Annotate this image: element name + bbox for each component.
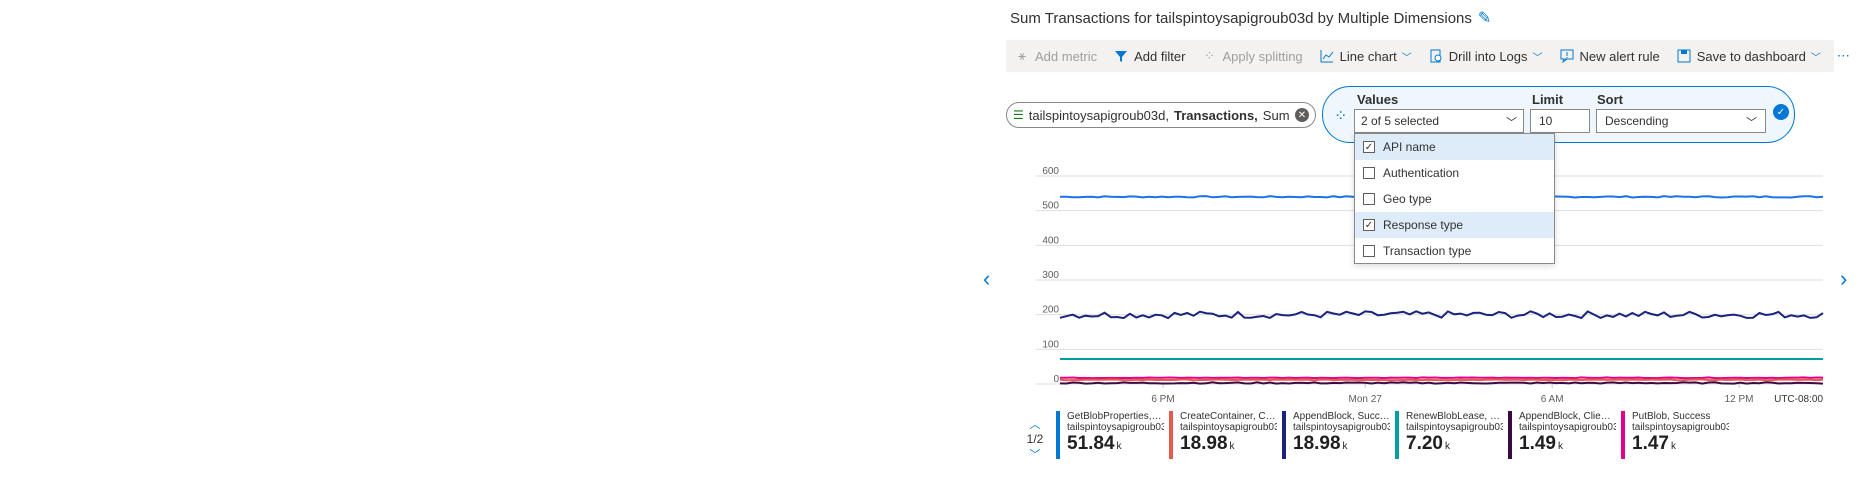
values-option[interactable]: Authentication <box>1355 160 1554 186</box>
checkbox-icon[interactable] <box>1363 245 1375 257</box>
legend-resource: tailspintoysapigroub03d <box>1519 422 1616 433</box>
checkbox-checked-icon[interactable]: ✓ <box>1363 219 1375 231</box>
legend-value-number: 18.98 <box>1180 433 1228 454</box>
legend-value-unit: k <box>1116 441 1122 452</box>
legend-value-number: 1.49 <box>1519 433 1556 454</box>
x-tick-label: 6 PM <box>1151 394 1174 405</box>
series-line <box>1059 381 1824 385</box>
timezone-label: UTC-08:00 <box>1774 394 1823 405</box>
legend-resource: tailspintoysapigroub03d <box>1293 422 1390 433</box>
legend-item[interactable]: RenewBlobLease, Successtailspintoysapigr… <box>1395 411 1503 459</box>
legend-resource: tailspintoysapigroub03d <box>1632 422 1729 433</box>
legend-series-name: AppendBlock, ClientO... <box>1519 411 1616 422</box>
legend-value-number: 51.84 <box>1067 433 1115 454</box>
legend-series-name: PutBlob, Success <box>1632 411 1711 422</box>
checkbox-checked-icon[interactable]: ✓ <box>1363 141 1375 153</box>
legend-value: 18.98 k <box>1180 433 1277 455</box>
legend-value-number: 1.47 <box>1632 433 1669 454</box>
values-option[interactable]: ✓ Response type <box>1355 212 1554 238</box>
chevron-down-icon[interactable]: ﹀ <box>1024 446 1046 462</box>
legend-item[interactable]: GetBlobProperties, S... tailspintoysapigr… <box>1056 411 1164 459</box>
legend-resource: tailspintoysapigroub03d <box>1406 422 1503 433</box>
legend-series-name: CreateContainer, Cli... <box>1180 411 1277 422</box>
legend-item[interactable]: CreateContainer, Cli... tailspintoysapigr… <box>1169 411 1277 459</box>
legend-value: 51.84 k <box>1067 433 1164 455</box>
legend-resource: tailspintoysapigroub03d <box>1180 422 1277 433</box>
legend-value-number: 7.20 <box>1406 433 1443 454</box>
chevron-left-icon[interactable]: ‹ <box>983 266 990 292</box>
legend-value-unit: k <box>1342 441 1348 452</box>
y-tick-label: 100 <box>1042 339 1059 350</box>
legend-value: 1.49 k <box>1519 433 1616 455</box>
values-option[interactable]: ✓ API name <box>1355 134 1554 160</box>
legend-value-number: 18.98 <box>1293 433 1341 454</box>
y-tick-label: 400 <box>1042 235 1059 246</box>
x-tick-label: Mon 27 <box>1349 394 1383 405</box>
legend-item[interactable]: AppendBlock, ClientO... tailspintoysapigr… <box>1508 411 1616 459</box>
series-line <box>1060 376 1824 380</box>
legend-value: 1.47 k <box>1632 433 1729 455</box>
y-tick-label: 500 <box>1042 201 1059 212</box>
y-tick-label: 300 <box>1042 270 1059 281</box>
chevron-right-icon[interactable]: › <box>1840 266 1847 292</box>
y-tick-label: 0 <box>1053 374 1059 385</box>
values-option-label: Authentication <box>1383 166 1460 180</box>
y-tick-label: 200 <box>1042 305 1059 316</box>
values-option-label: Response type <box>1383 218 1464 232</box>
values-option-label: Geo type <box>1383 192 1432 206</box>
line-chart: 600 500 400 300 200 100 0 6 PM Mon 27 6 AM 12 PM UT… <box>1036 166 1824 405</box>
legend-value-unit: k <box>1444 441 1450 452</box>
legend-series-name: GetBlobProperties, S... <box>1067 411 1164 422</box>
legend-item[interactable]: PutBlob, Success tailspintoysapigroub03d 1… <box>1621 411 1729 459</box>
legend-value-unit: k <box>1670 441 1676 452</box>
legend-value: 18.98 k <box>1293 433 1390 455</box>
y-tick-label: 600 <box>1042 166 1059 177</box>
values-option[interactable]: Transaction type <box>1355 238 1554 264</box>
values-option-label: API name <box>1383 140 1436 154</box>
x-tick-label: 12 PM <box>1725 394 1754 405</box>
legend-value: 7.20 k <box>1406 433 1503 455</box>
legend-pager: ︿ 1/2 ﹀ <box>1024 416 1046 462</box>
values-option[interactable]: Geo type <box>1355 186 1554 212</box>
legend-resource: tailspintoysapigroub03d <box>1067 422 1164 433</box>
values-option-label: Transaction type <box>1383 244 1472 258</box>
chevron-up-icon[interactable]: ︿ <box>1024 416 1046 432</box>
legend-series-name: AppendBlock, Success <box>1293 411 1390 422</box>
series-line <box>1059 378 1824 382</box>
legend-value-unit: k <box>1557 441 1563 452</box>
x-tick-label: 6 AM <box>1541 394 1564 405</box>
legend-item[interactable]: AppendBlock, Success tailspintoysapigroub… <box>1282 411 1390 459</box>
legend-page: 1/2 <box>1026 432 1044 446</box>
legend-series-name: RenewBlobLease, Success <box>1406 411 1503 422</box>
checkbox-icon[interactable] <box>1363 167 1375 179</box>
checkbox-icon[interactable] <box>1363 193 1375 205</box>
values-dropdown: ✓ API name Authentication Geo type ✓ Response… <box>1354 133 1555 264</box>
legend-value-unit: k <box>1229 441 1235 452</box>
